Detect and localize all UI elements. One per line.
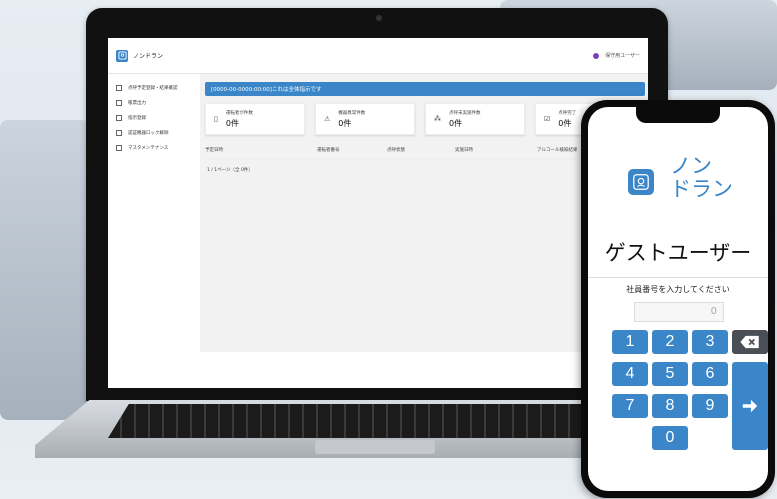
sidebar-item-label: 帳票出力	[128, 100, 146, 106]
check-icon: ☑	[544, 115, 551, 123]
brand-line: ノン	[670, 154, 712, 178]
truck-left-image	[0, 120, 90, 420]
app-logo-icon	[116, 49, 128, 62]
sidebar-item-label: 指示登録	[128, 115, 146, 121]
key-0[interactable]: 0	[652, 426, 688, 450]
card-label: 点呼完了	[558, 110, 577, 116]
column-header: 点呼状態	[387, 148, 405, 153]
main-content: [0000-00-0000:00:00]これは全体指示です ▯ 運転者が件数 0件…	[205, 82, 645, 173]
card-value: 0件	[225, 118, 239, 128]
input-prompt: 社員番号を入力してください	[626, 285, 730, 294]
card-label: 運転者が件数	[225, 110, 253, 116]
top-bar: ノンドラン 保守用ユーザー	[108, 38, 648, 74]
user-menu[interactable]: 保守用ユーザー	[593, 52, 640, 59]
sidebar-item-instruction[interactable]: 指示登録	[108, 110, 200, 125]
key-7[interactable]: 7	[612, 394, 648, 418]
keyboard	[108, 404, 628, 438]
user-title: ゲストユーザー	[604, 241, 752, 265]
key-2[interactable]: 2	[652, 330, 688, 354]
phone-notch	[636, 107, 720, 123]
summary-cards: ▯ 運転者が件数 0件 ⚠ 機器異常件数 0件 ⁂ 点呼未実施件数 0件 ☑ 点呼完了…	[205, 103, 645, 135]
calendar-icon: ▯	[214, 115, 218, 123]
card-label: 機器異常件数	[338, 110, 366, 116]
arrow-right-icon	[742, 399, 758, 413]
backspace-key[interactable]	[732, 330, 768, 354]
people-icon: ⁂	[434, 115, 441, 123]
column-header: 運転者番号	[317, 148, 340, 153]
brand-line: ドラン	[670, 177, 733, 201]
phone-screen: ノン ドラン ゲストユーザー 社員番号を入力してください 0 1 2 3 4 5…	[588, 107, 768, 491]
sidebar-item-label: 点呼予定登録・結果確認	[128, 85, 178, 91]
key-4[interactable]: 4	[612, 362, 648, 386]
column-header: アルコール検知結果	[537, 148, 578, 153]
key-9[interactable]: 9	[692, 394, 728, 418]
card-scheduled[interactable]: ▯ 運転者が件数 0件	[205, 103, 305, 135]
brand-name: ノン ドラン	[670, 155, 750, 201]
card-value: 0件	[338, 118, 352, 128]
key-3[interactable]: 3	[692, 330, 728, 354]
sidebar-item-schedule[interactable]: 点呼予定登録・結果確認	[108, 80, 200, 95]
employee-number-input[interactable]: 0	[634, 302, 724, 322]
user-label: 保守用ユーザー	[605, 53, 640, 59]
user-avatar	[593, 52, 600, 59]
card-label: 点呼未実施件数	[449, 110, 481, 116]
list-icon	[116, 84, 122, 91]
column-header: 実施日時	[455, 148, 473, 153]
list-icon	[116, 114, 122, 121]
trackpad	[315, 440, 435, 454]
announcement-banner: [0000-00-0000:00:00]これは全体指示です	[205, 82, 645, 96]
sidebar-item-unlock[interactable]: 認証機器ロック解除	[108, 125, 200, 140]
key-6[interactable]: 6	[692, 362, 728, 386]
sidebar-item-report[interactable]: 帳票出力	[108, 95, 200, 110]
smartphone: ノン ドラン ゲストユーザー 社員番号を入力してください 0 1 2 3 4 5…	[581, 100, 775, 498]
sidebar-item-label: マスタメンテナンス	[128, 145, 169, 151]
camera-icon	[376, 15, 382, 21]
key-8[interactable]: 8	[652, 394, 688, 418]
laptop-screen: ノンドラン 保守用ユーザー 点呼予定登録・結果確認 帳票出力 指示登録 認証機器…	[108, 38, 648, 388]
card-device-error[interactable]: ⚠ 機器異常件数 0件	[315, 103, 415, 135]
backspace-icon	[740, 335, 759, 349]
card-value: 0件	[449, 118, 463, 128]
list-icon	[116, 99, 122, 106]
enter-key[interactable]	[732, 362, 768, 450]
list-icon	[116, 129, 122, 136]
sidebar-item-label: 認証機器ロック解除	[128, 130, 169, 136]
list-icon	[116, 144, 122, 151]
app-name: ノンドラン	[133, 53, 164, 60]
card-not-done[interactable]: ⁂ 点呼未実施件数 0件	[425, 103, 525, 135]
column-header: 予定日時	[205, 148, 223, 153]
key-1[interactable]: 1	[612, 330, 648, 354]
warning-icon: ⚠	[324, 115, 331, 123]
pagination-info: 1 / 1ページ（全 0件）	[207, 168, 253, 173]
sidebar: 点呼予定登録・結果確認 帳票出力 指示登録 認証機器ロック解除 マスタメンテナン…	[108, 74, 200, 388]
table-header: 予定日時 運転者番号 点呼状態 実施日時 アルコール検知結果	[205, 147, 645, 160]
app-logo-icon	[628, 169, 654, 195]
card-value: 0件	[558, 118, 572, 128]
sidebar-item-master[interactable]: マスタメンテナンス	[108, 140, 200, 155]
divider	[588, 277, 768, 278]
key-5[interactable]: 5	[652, 362, 688, 386]
